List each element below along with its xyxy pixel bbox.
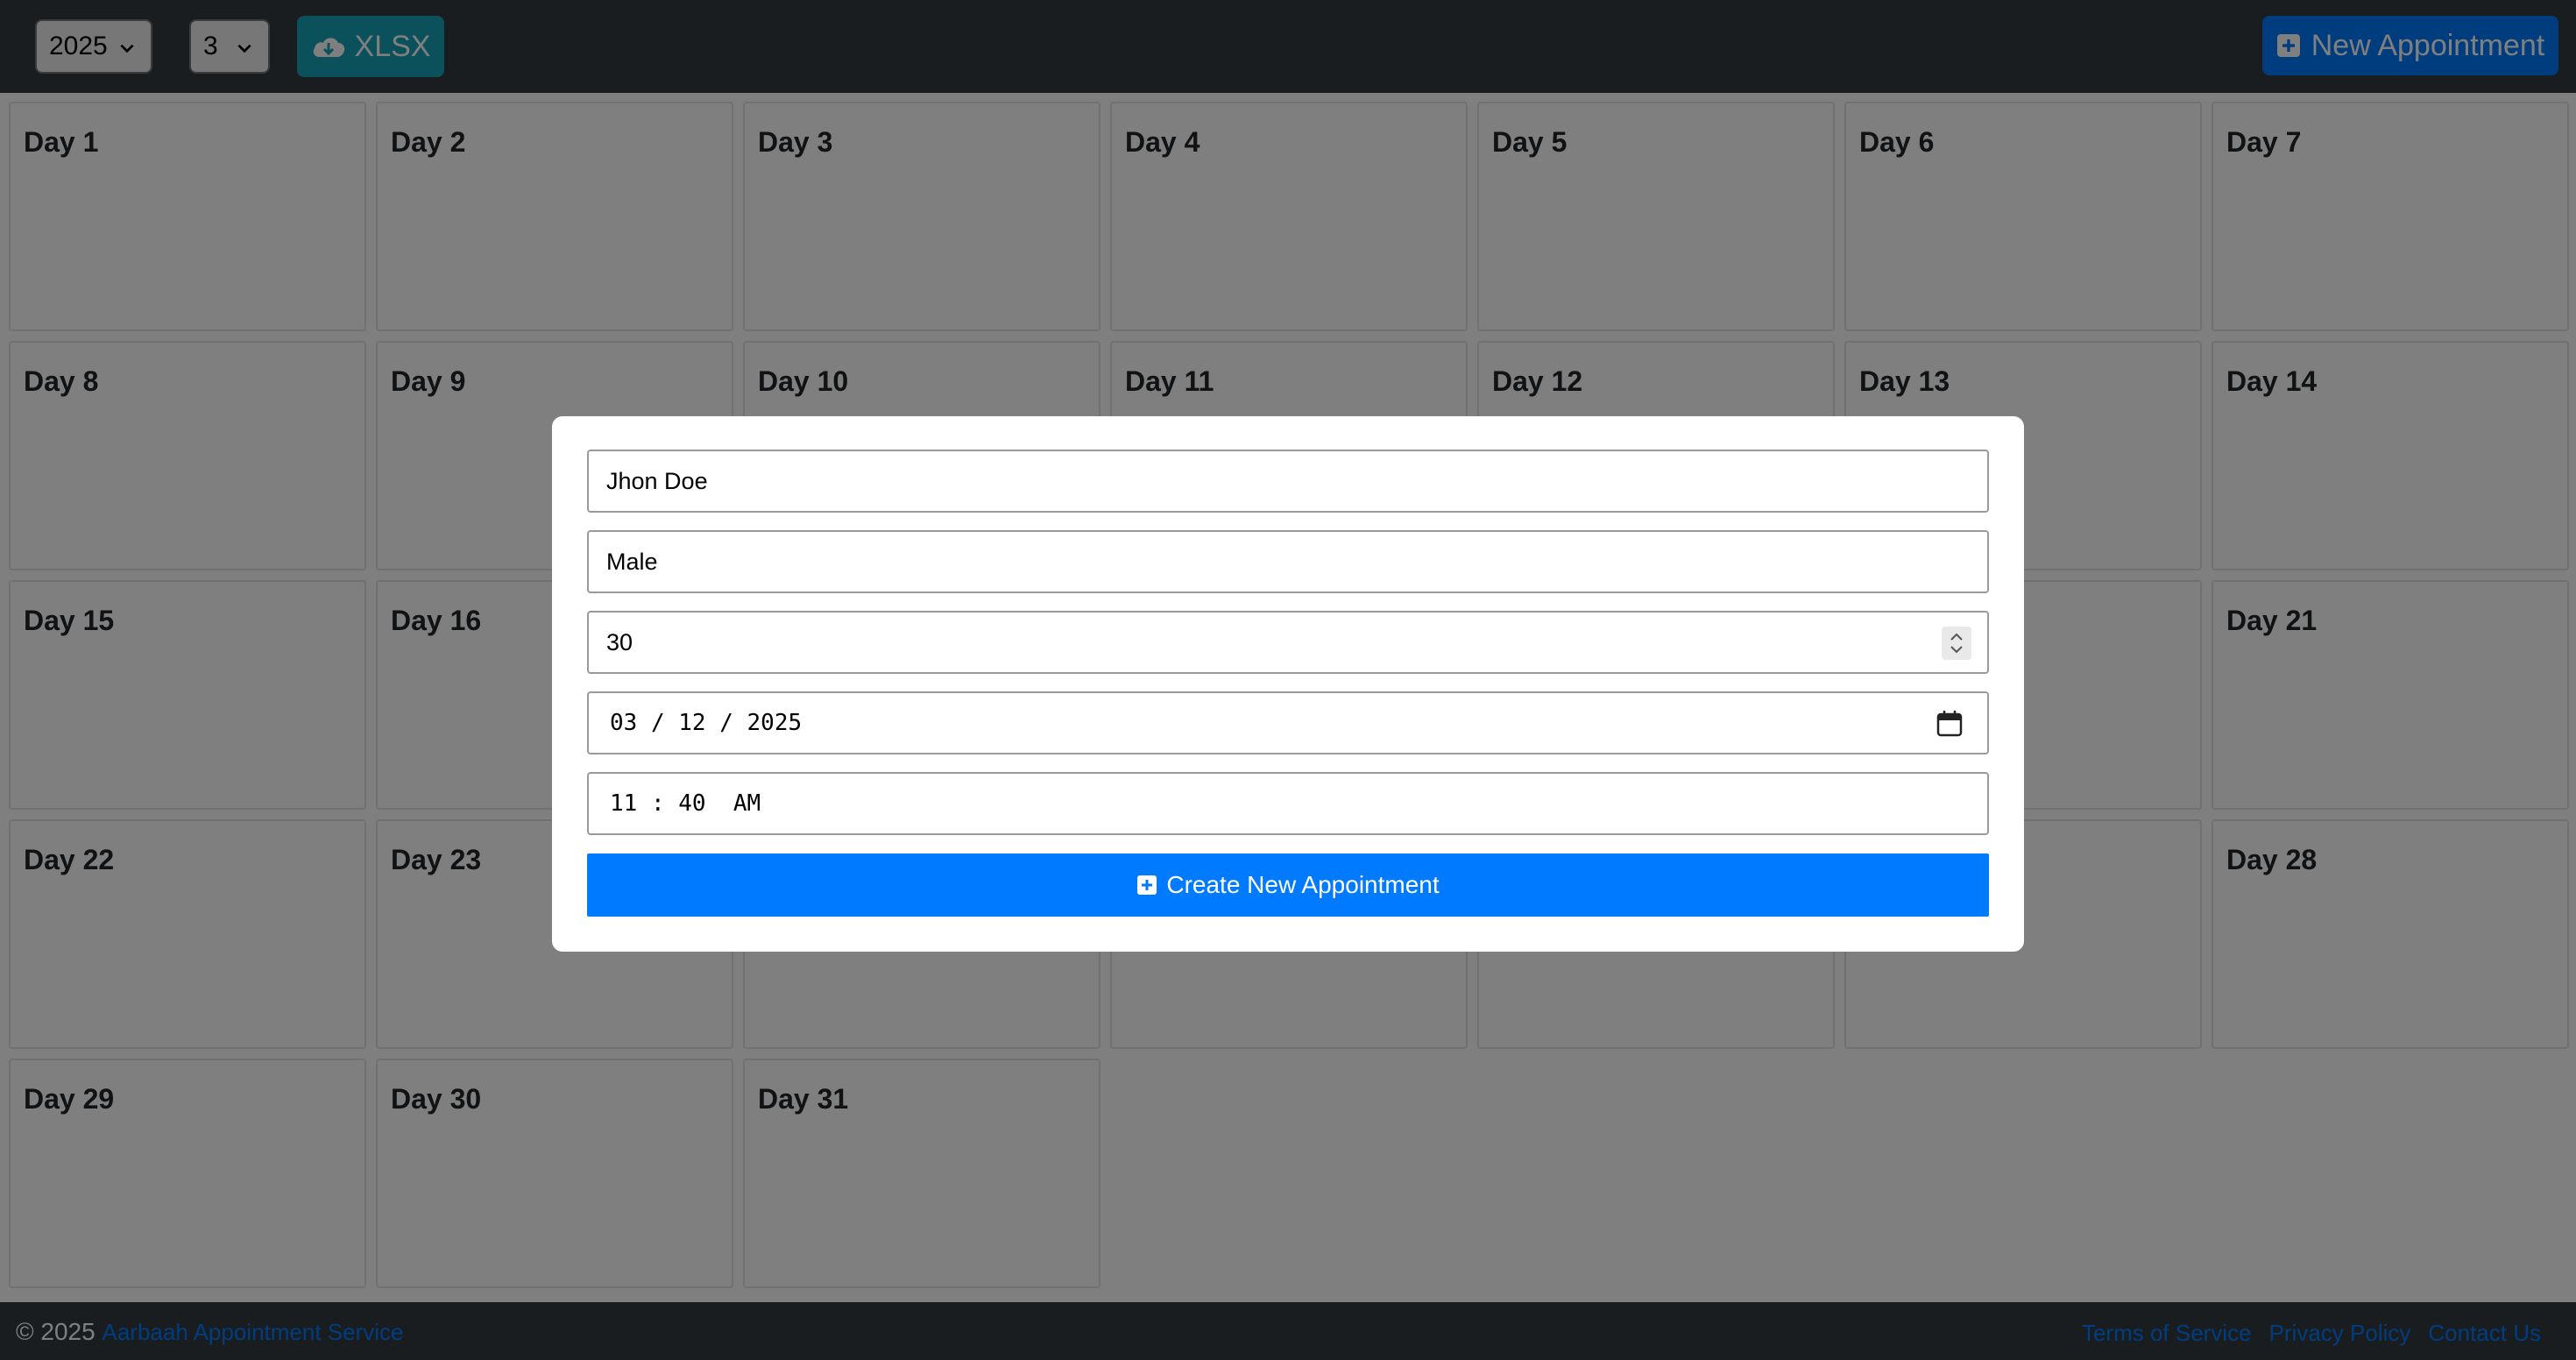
age-value: 30 bbox=[606, 628, 633, 655]
modal-backdrop[interactable]: Jhon Doe Male 30 03 / 12 / 2025 11 : 40 … bbox=[0, 0, 2576, 1360]
date-input[interactable]: 03 / 12 / 2025 bbox=[587, 691, 1989, 754]
time-value: 11 : 40 AM bbox=[610, 790, 761, 817]
calendar-icon[interactable] bbox=[1935, 709, 1964, 739]
new-appointment-modal: Jhon Doe Male 30 03 / 12 / 2025 11 : 40 … bbox=[552, 416, 2024, 952]
spinner-icon[interactable] bbox=[1942, 627, 1971, 660]
gender-input[interactable]: Male bbox=[587, 530, 1989, 593]
create-appointment-label: Create New Appointment bbox=[1166, 871, 1440, 898]
time-input[interactable]: 11 : 40 AM bbox=[587, 772, 1989, 835]
date-value: 03 / 12 / 2025 bbox=[610, 710, 803, 736]
gender-value: Male bbox=[606, 548, 658, 575]
plus-square-icon bbox=[1137, 875, 1157, 895]
age-input[interactable]: 30 bbox=[587, 611, 1989, 674]
create-appointment-button[interactable]: Create New Appointment bbox=[587, 854, 1989, 917]
patient-name-input[interactable]: Jhon Doe bbox=[587, 450, 1989, 513]
patient-name-value: Jhon Doe bbox=[606, 467, 708, 494]
